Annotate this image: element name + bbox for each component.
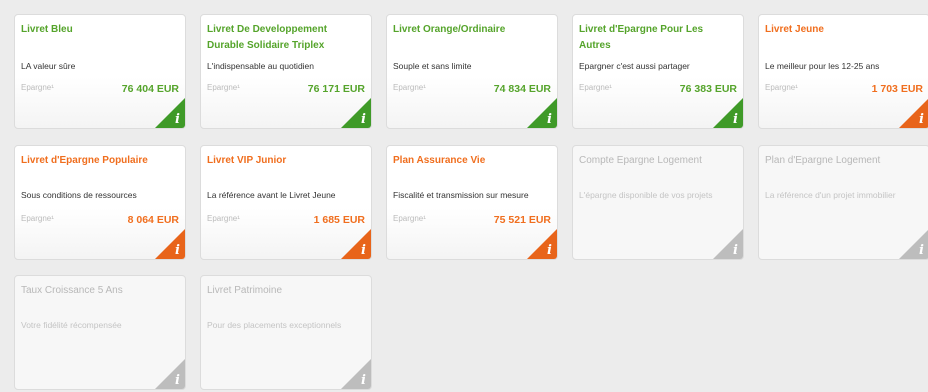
info-badge[interactable] xyxy=(155,98,185,128)
card-description: Souple et sans limite xyxy=(393,61,472,71)
card-description: Fiscalité et transmission sur mesure xyxy=(393,190,529,200)
savings-label: Epargne¹ xyxy=(21,83,54,92)
product-card-taux-croissance[interactable]: Taux Croissance 5 Ans Votre fidélité réc… xyxy=(14,275,186,390)
savings-amount: 8 064 EUR xyxy=(127,214,179,226)
savings-amount: 75 521 EUR xyxy=(493,214,551,226)
product-card-lep[interactable]: Livret d'Epargne Populaire Sous conditio… xyxy=(14,145,186,260)
info-badge[interactable] xyxy=(713,229,743,259)
card-description: Sous conditions de ressources xyxy=(21,190,137,200)
card-title: Taux Croissance 5 Ans xyxy=(21,285,123,296)
card-title: Compte Epargne Logement xyxy=(579,155,702,166)
info-icon[interactable]: i xyxy=(733,243,738,258)
info-icon[interactable]: i xyxy=(175,243,180,258)
savings-label: Epargne¹ xyxy=(765,83,798,92)
product-card-cel[interactable]: Compte Epargne Logement L'épargne dispon… xyxy=(572,145,744,260)
savings-label: Epargne¹ xyxy=(579,83,612,92)
info-icon[interactable]: i xyxy=(175,373,180,388)
info-icon[interactable]: i xyxy=(361,243,366,258)
card-title: Livret De Developpement Durable Solidair… xyxy=(207,24,328,51)
info-icon[interactable]: i xyxy=(919,112,924,127)
card-title: Livret Orange/Ordinaire xyxy=(393,24,506,35)
savings-label: Epargne¹ xyxy=(207,214,240,223)
card-description: La référence d'un projet immobilier xyxy=(765,190,896,200)
card-title: Livret d'Epargne Pour Les Autres xyxy=(579,24,704,51)
info-icon[interactable]: i xyxy=(547,112,552,127)
info-badge[interactable] xyxy=(527,98,557,128)
info-badge[interactable] xyxy=(341,98,371,128)
info-icon[interactable]: i xyxy=(733,112,738,127)
card-title: Livret Jeune xyxy=(765,24,824,35)
info-badge[interactable] xyxy=(155,359,185,389)
savings-amount: 1 685 EUR xyxy=(313,214,365,226)
savings-amount: 1 703 EUR xyxy=(871,83,923,95)
info-icon[interactable]: i xyxy=(547,243,552,258)
card-description: Epargner c'est aussi partager xyxy=(579,61,690,71)
product-card-lepa[interactable]: Livret d'Epargne Pour Les Autres Epargne… xyxy=(572,14,744,129)
product-card-livret-bleu[interactable]: Livret Bleu LA valeur sûre Epargne¹ 76 4… xyxy=(14,14,186,129)
info-badge[interactable] xyxy=(341,229,371,259)
card-description: Le meilleur pour les 12-25 ans xyxy=(765,61,880,71)
product-card-livret-patrimoine[interactable]: Livret Patrimoine Pour des placements ex… xyxy=(200,275,372,390)
card-title: Livret d'Epargne Populaire xyxy=(21,155,148,166)
info-badge[interactable] xyxy=(155,229,185,259)
product-card-vip-junior[interactable]: Livret VIP Junior La référence avant le … xyxy=(200,145,372,260)
card-description: Votre fidélité récompensée xyxy=(21,320,122,330)
info-icon[interactable]: i xyxy=(361,373,366,388)
info-badge[interactable] xyxy=(341,359,371,389)
product-card-assurance-vie[interactable]: Plan Assurance Vie Fiscalité et transmis… xyxy=(386,145,558,260)
card-description: Pour des placements exceptionnels xyxy=(207,320,342,330)
card-description: L'indispensable au quotidien xyxy=(207,61,315,71)
card-description: L'épargne disponible de vos projets xyxy=(579,190,713,200)
info-icon[interactable]: i xyxy=(175,112,180,127)
card-description: La référence avant le Livret Jeune xyxy=(207,190,336,200)
info-icon[interactable]: i xyxy=(919,243,924,258)
card-title: Livret VIP Junior xyxy=(207,155,287,166)
savings-amount: 76 383 EUR xyxy=(679,83,737,95)
savings-label: Epargne¹ xyxy=(207,83,240,92)
info-badge[interactable] xyxy=(713,98,743,128)
product-card-pel[interactable]: Plan d'Epargne Logement La référence d'u… xyxy=(758,145,928,260)
savings-label: Epargne¹ xyxy=(21,214,54,223)
product-card-ldd[interactable]: Livret De Developpement Durable Solidair… xyxy=(200,14,372,129)
card-title: Plan Assurance Vie xyxy=(393,155,486,166)
card-title: Livret Bleu xyxy=(21,24,73,35)
savings-label: Epargne¹ xyxy=(393,214,426,223)
card-description: LA valeur sûre xyxy=(21,61,76,71)
savings-amount: 74 834 EUR xyxy=(493,83,551,95)
info-badge[interactable] xyxy=(527,229,557,259)
savings-label: Epargne¹ xyxy=(393,83,426,92)
savings-amount: 76 171 EUR xyxy=(307,83,365,95)
info-icon[interactable]: i xyxy=(361,112,366,127)
card-title: Plan d'Epargne Logement xyxy=(765,155,881,166)
savings-amount: 76 404 EUR xyxy=(121,83,179,95)
product-card-livret-orange[interactable]: Livret Orange/Ordinaire Souple et sans l… xyxy=(386,14,558,129)
product-card-livret-jeune[interactable]: Livret Jeune Le meilleur pour les 12-25 … xyxy=(758,14,928,129)
card-title: Livret Patrimoine xyxy=(207,285,283,296)
